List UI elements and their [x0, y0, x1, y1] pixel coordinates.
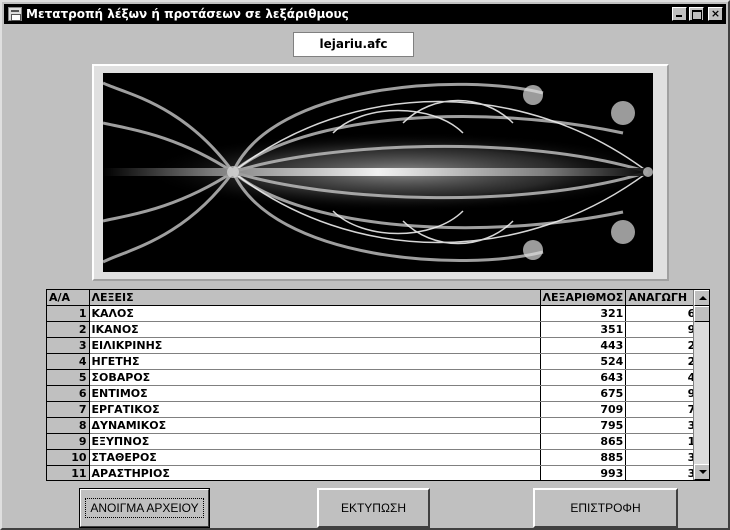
reduction-cell[interactable]: 4 — [625, 369, 699, 386]
print-button[interactable]: ΕΚΤΥΠΩΣΗ — [317, 488, 430, 528]
reduction-cell[interactable]: 9 — [625, 321, 699, 338]
reduction-cell[interactable]: 1 — [625, 433, 699, 450]
word-cell[interactable]: ΚΑΛΟΣ — [89, 305, 541, 322]
word-cell[interactable]: ΕΡΓΑΤΙΚΟΣ — [89, 401, 541, 418]
window-title: Μετατροπή λέξων ή προτάσεων σε λεξάριθμο… — [26, 7, 349, 21]
word-cell[interactable]: ΣΤΑΘΕΡΟΣ — [89, 449, 541, 466]
vertical-scrollbar[interactable] — [693, 290, 709, 480]
row-index-cell[interactable]: 2 — [47, 321, 90, 338]
print-button-label: ΕΚΤΥΠΩΣΗ — [340, 501, 407, 515]
table-row[interactable]: 3 ΕΙΛΙΚΡΙΝΗΣ 443 2 — [47, 337, 699, 354]
words-grid[interactable]: Α/Α ΛΕΞΕΙΣ ΛΕΞΑΡΙΘΜΟΣ ΑΝΑΓΩΓΗ 1 ΚΑΛΟΣ 321 6… — [46, 289, 710, 481]
reduction-cell[interactable]: 6 — [625, 305, 699, 322]
table-row[interactable]: 7 ΕΡΓΑΤΙΚΟΣ 709 7 — [47, 401, 699, 418]
column-header-words[interactable]: ΛΕΞΕΙΣ — [89, 290, 541, 306]
lexarithmos-cell[interactable]: 795 — [540, 417, 627, 434]
reduction-cell[interactable]: 3 — [625, 465, 699, 480]
row-index-cell[interactable]: 11 — [47, 465, 90, 480]
open-file-button[interactable]: ΑΝΟΙΓΜΑ ΑΡΧΕΙΟΥ — [79, 488, 210, 528]
word-cell[interactable]: ΕΞΥΠΝΟΣ — [89, 433, 541, 450]
word-cell[interactable]: ΙΚΑΝΟΣ — [89, 321, 541, 338]
word-cell[interactable]: ΕΝΤΙΜΟΣ — [89, 385, 541, 402]
back-button-label: ΕΠΙΣΤΡΟΦΗ — [570, 501, 641, 515]
reduction-cell[interactable]: 2 — [625, 353, 699, 370]
fractal-graphic — [103, 73, 653, 272]
word-cell[interactable]: ΕΙΛΙΚΡΙΝΗΣ — [89, 337, 541, 354]
title-bar[interactable]: Μετατροπή λέξων ή προτάσεων σε λεξάριθμο… — [4, 4, 726, 24]
table-header-row: Α/Α ΛΕΞΕΙΣ ΛΕΞΑΡΙΘΜΟΣ ΑΝΑΓΩΓΗ — [47, 290, 699, 306]
lexarithmos-cell[interactable]: 643 — [540, 369, 627, 386]
word-cell[interactable]: ΔΥΝΑΜΙΚΟΣ — [89, 417, 541, 434]
lexarithmos-cell[interactable]: 675 — [540, 385, 627, 402]
row-index-cell[interactable]: 7 — [47, 401, 90, 418]
table-row[interactable]: 11 ΑΡΑΣΤΗΡΙΟΣ 993 3 — [47, 465, 699, 480]
table-row[interactable]: 9 ΕΞΥΠΝΟΣ 865 1 — [47, 433, 699, 450]
word-cell[interactable]: ΑΡΑΣΤΗΡΙΟΣ — [89, 465, 541, 480]
row-index-cell[interactable]: 9 — [47, 433, 90, 450]
column-header-reduction[interactable]: ΑΝΑΓΩΓΗ — [625, 290, 699, 306]
minimize-button[interactable] — [672, 7, 687, 21]
lexarithmos-cell[interactable]: 443 — [540, 337, 627, 354]
word-cell[interactable]: ΣΟΒΑΡΟΣ — [89, 369, 541, 386]
row-index-cell[interactable]: 8 — [47, 417, 90, 434]
app-window: Μετατροπή λέξων ή προτάσεων σε λεξάριθμο… — [0, 0, 730, 530]
scroll-thumb[interactable] — [694, 306, 709, 322]
file-name-label: lejariu.afc — [293, 32, 414, 57]
table-row[interactable]: 4 ΗΓΕΤΗΣ 524 2 — [47, 353, 699, 370]
column-header-index[interactable]: Α/Α — [47, 290, 90, 306]
table-row[interactable]: 2 ΙΚΑΝΟΣ 351 9 — [47, 321, 699, 338]
table-row[interactable]: 6 ΕΝΤΙΜΟΣ 675 9 — [47, 385, 699, 402]
word-cell[interactable]: ΗΓΕΤΗΣ — [89, 353, 541, 370]
reduction-cell[interactable]: 9 — [625, 385, 699, 402]
lexarithmos-cell[interactable]: 993 — [540, 465, 627, 480]
scroll-up-icon[interactable] — [694, 290, 709, 306]
row-index-cell[interactable]: 6 — [47, 385, 90, 402]
lexarithmos-cell[interactable]: 351 — [540, 321, 627, 338]
close-button[interactable]: × — [708, 7, 723, 21]
lexarithmos-cell[interactable]: 321 — [540, 305, 627, 322]
app-icon[interactable] — [8, 7, 22, 21]
maximize-button[interactable] — [689, 7, 704, 21]
lexarithmos-cell[interactable]: 865 — [540, 433, 627, 450]
reduction-cell[interactable]: 3 — [625, 449, 699, 466]
table-row[interactable]: 8 ΔΥΝΑΜΙΚΟΣ 795 3 — [47, 417, 699, 434]
row-index-cell[interactable]: 10 — [47, 449, 90, 466]
reduction-cell[interactable]: 2 — [625, 337, 699, 354]
reduction-cell[interactable]: 7 — [625, 401, 699, 418]
lexarithmos-cell[interactable]: 709 — [540, 401, 627, 418]
reduction-cell[interactable]: 3 — [625, 417, 699, 434]
back-button[interactable]: ΕΠΙΣΤΡΟΦΗ — [533, 488, 678, 528]
image-frame — [92, 64, 669, 281]
table-row[interactable]: 1 ΚΑΛΟΣ 321 6 — [47, 305, 699, 322]
row-index-cell[interactable]: 4 — [47, 353, 90, 370]
row-index-cell[interactable]: 5 — [47, 369, 90, 386]
open-file-button-label: ΑΝΟΙΓΜΑ ΑΡΧΕΙΟΥ — [85, 498, 204, 518]
row-index-cell[interactable]: 1 — [47, 305, 90, 322]
table-row[interactable]: 5 ΣΟΒΑΡΟΣ 643 4 — [47, 369, 699, 386]
row-index-cell[interactable]: 3 — [47, 337, 90, 354]
words-table: Α/Α ΛΕΞΕΙΣ ΛΕΞΑΡΙΘΜΟΣ ΑΝΑΓΩΓΗ 1 ΚΑΛΟΣ 321 6… — [47, 290, 699, 480]
fractal-image — [103, 73, 653, 272]
lexarithmos-cell[interactable]: 524 — [540, 353, 627, 370]
table-row[interactable]: 10 ΣΤΑΘΕΡΟΣ 885 3 — [47, 449, 699, 466]
lexarithmos-cell[interactable]: 885 — [540, 449, 627, 466]
scroll-down-icon[interactable] — [694, 464, 709, 480]
column-header-lexarithmos[interactable]: ΛΕΞΑΡΙΘΜΟΣ — [540, 290, 627, 306]
